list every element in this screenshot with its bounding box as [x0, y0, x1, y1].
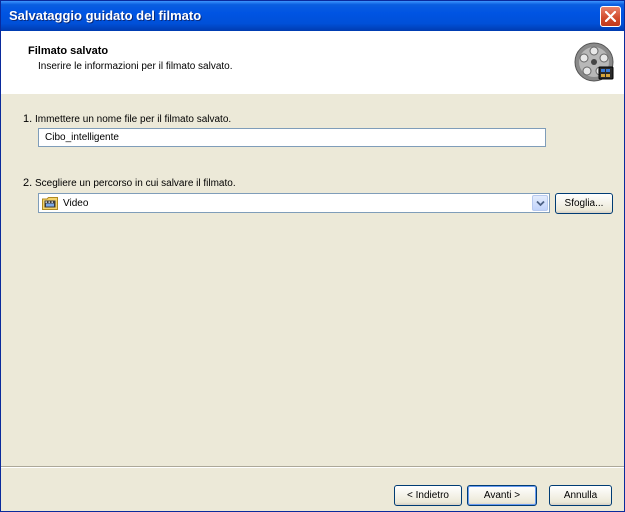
footer-divider: [1, 466, 624, 468]
step2-number: 2.: [23, 177, 33, 189]
browse-button[interactable]: Sfoglia...: [555, 193, 613, 214]
close-button[interactable]: [600, 6, 621, 27]
back-button[interactable]: < Indietro: [394, 485, 462, 506]
step2-label: 2. Scegliere un percorso in cui salvare …: [23, 177, 236, 189]
next-button[interactable]: Avanti >: [467, 485, 537, 506]
step1-number: 1.: [23, 113, 33, 125]
filename-input[interactable]: Cibo_intelligente: [38, 128, 546, 147]
step1-label: 1. Immettere un nome file per il filmato…: [23, 113, 231, 125]
chevron-down-icon: [536, 200, 545, 207]
header-subtitle: Inserire le informazioni per il filmato …: [38, 61, 233, 72]
window-title: Salvataggio guidato del filmato: [9, 8, 202, 23]
location-combobox[interactable]: Video: [38, 193, 550, 213]
title-bar[interactable]: Salvataggio guidato del filmato: [1, 1, 624, 31]
folder-video-icon: [42, 197, 58, 210]
wizard-header: Filmato salvato Inserire le informazioni…: [1, 31, 624, 94]
header-divider: [1, 93, 624, 94]
location-value: Video: [63, 198, 89, 209]
header-title: Filmato salvato: [28, 45, 109, 57]
location-dropdown-button[interactable]: [532, 195, 548, 211]
step1-text: Immettere un nome file per il filmato sa…: [34, 114, 232, 125]
step2-text: Scegliere un percorso in cui salvare il …: [34, 178, 236, 189]
wizard-window: Salvataggio guidato del filmato Filmato …: [0, 0, 625, 512]
film-reel-icon: [574, 42, 614, 82]
close-icon: [605, 11, 616, 22]
cancel-button[interactable]: Annulla: [549, 485, 612, 506]
